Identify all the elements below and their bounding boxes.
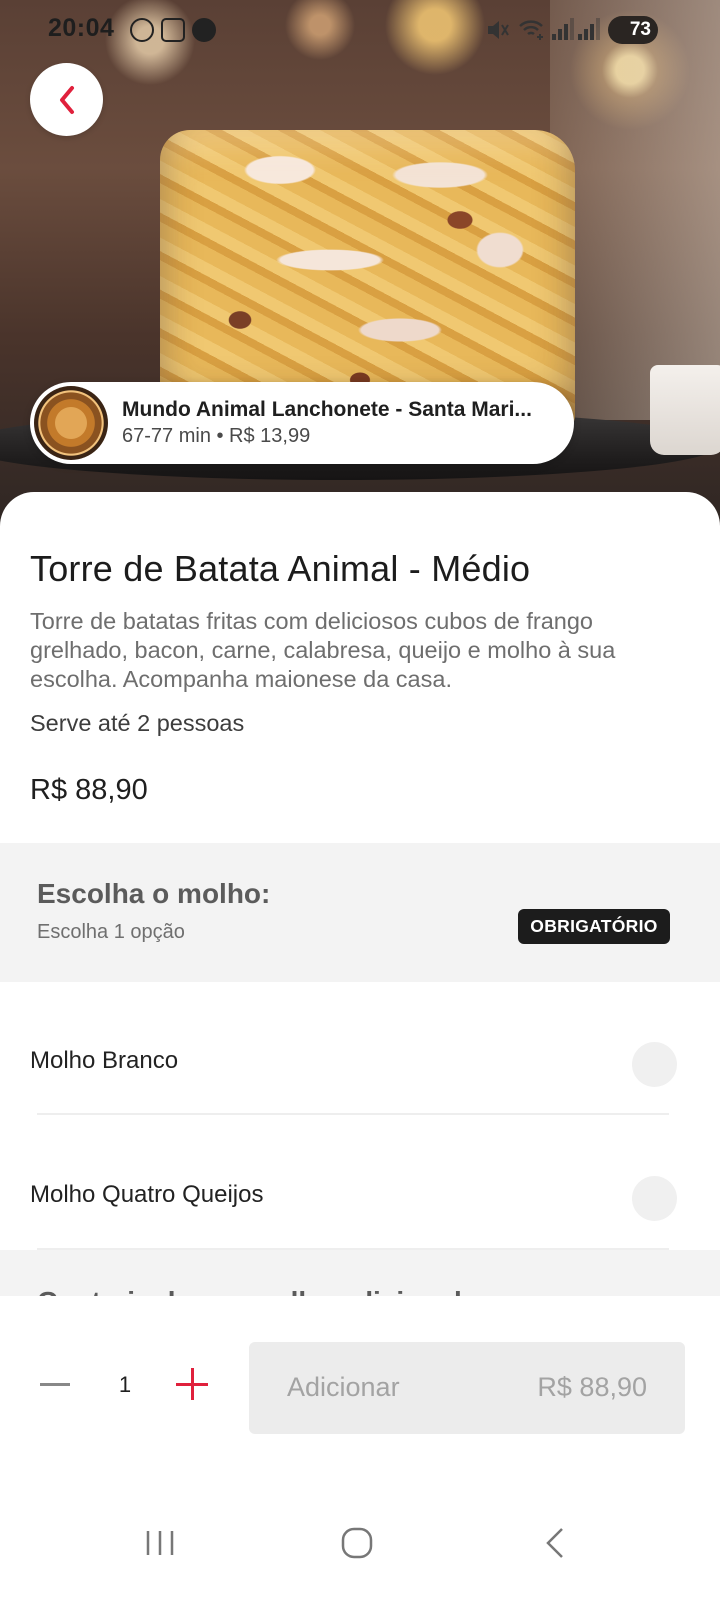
divider bbox=[37, 1113, 669, 1115]
store-logo bbox=[34, 386, 108, 460]
product-photo bbox=[0, 0, 720, 560]
option-label: Molho Quatro Queijos bbox=[30, 1181, 264, 1208]
increase-quantity-button[interactable] bbox=[176, 1368, 208, 1400]
mayonnaise-ramekin bbox=[650, 365, 720, 455]
signal-icon-2 bbox=[578, 16, 604, 40]
ball-icon bbox=[192, 18, 216, 42]
mute-icon bbox=[488, 21, 509, 39]
option-group-subtitle: Escolha 1 opção bbox=[37, 921, 185, 943]
option-molho-branco[interactable]: Molho Branco bbox=[0, 995, 720, 1129]
home-button[interactable] bbox=[332, 1518, 382, 1568]
signal-icon-1 bbox=[552, 16, 578, 40]
whatsapp-icon bbox=[130, 18, 154, 42]
back-arrow-icon bbox=[546, 1528, 563, 1558]
battery-indicator: 73 bbox=[608, 16, 658, 44]
store-delivery-info: 67-77 min • R$ 13,99 bbox=[122, 425, 311, 447]
option-molho-quatro-queijos[interactable]: Molho Quatro Queijos bbox=[0, 1129, 720, 1263]
recent-apps-button[interactable] bbox=[135, 1518, 185, 1568]
screen-capture-icon bbox=[161, 18, 185, 42]
back-button[interactable] bbox=[30, 63, 103, 136]
product-description: Torre de batatas fritas com deliciosos c… bbox=[30, 608, 616, 692]
product-price: R$ 88,90 bbox=[30, 774, 148, 806]
chevron-left-icon bbox=[59, 85, 74, 114]
product-serves: Serve até 2 pessoas bbox=[30, 710, 245, 736]
quantity-value: 1 bbox=[118, 1372, 132, 1397]
product-title: Torre de Batata Animal - Médio bbox=[30, 548, 531, 589]
background-wall bbox=[550, 0, 720, 420]
option-group-title: Escolha o molho: bbox=[37, 878, 271, 909]
wifi-icon bbox=[519, 20, 543, 40]
system-back-button[interactable] bbox=[530, 1518, 580, 1568]
recent-apps-icon bbox=[146, 1531, 174, 1555]
decrease-quantity-button[interactable] bbox=[40, 1368, 72, 1400]
option-label: Molho Branco bbox=[30, 1047, 179, 1074]
add-to-cart-button[interactable]: Adicionar R$ 88,90 bbox=[249, 1342, 685, 1434]
status-time: 20:04 bbox=[48, 14, 115, 42]
store-card[interactable]: Mundo Animal Lanchonete - Santa Mari... … bbox=[30, 382, 574, 464]
system-navigation-bar bbox=[0, 1496, 720, 1600]
add-button-label: Adicionar bbox=[287, 1372, 400, 1402]
option-radio[interactable] bbox=[632, 1042, 677, 1087]
home-icon bbox=[341, 1527, 373, 1559]
required-badge: OBRIGATÓRIO bbox=[518, 909, 670, 944]
option-group-header: Escolha o molho: Escolha 1 opção OBRIGAT… bbox=[0, 843, 720, 982]
product-screen: 20:04 73 Mundo Animal Lanchonete - Santa… bbox=[0, 0, 720, 1600]
store-name: Mundo Animal Lanchonete - Santa Mari... bbox=[122, 398, 532, 421]
add-button-price: R$ 88,90 bbox=[537, 1372, 647, 1402]
status-bar: 20:04 73 bbox=[0, 0, 720, 62]
option-radio[interactable] bbox=[632, 1176, 677, 1221]
add-to-cart-bar: 1 Adicionar R$ 88,90 bbox=[0, 1296, 720, 1496]
battery-level: 73 bbox=[629, 19, 651, 40]
